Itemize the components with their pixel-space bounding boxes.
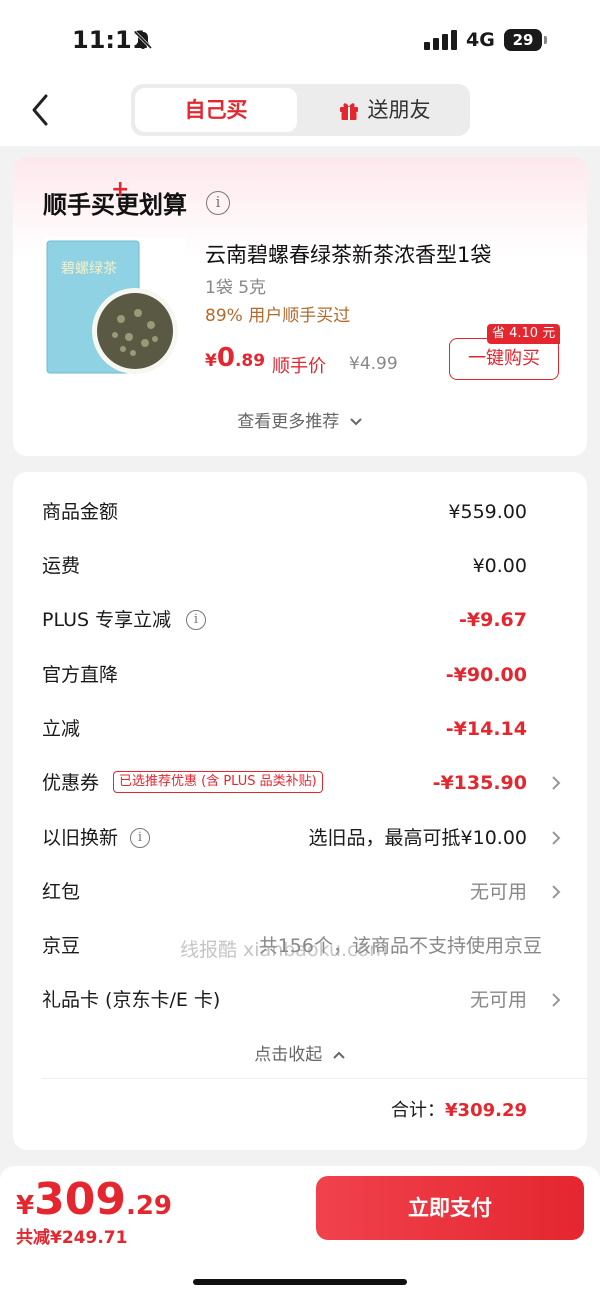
pay-price-dec: .29 (125, 1191, 173, 1221)
chevron-up-icon (332, 1051, 345, 1059)
chevron-right-icon (552, 993, 561, 1007)
home-indicator[interactable] (193, 1279, 407, 1285)
one-click-buy-button[interactable]: 一键购买 (449, 338, 559, 380)
save-amount-badge: 省 4.10 元 (487, 324, 561, 344)
row-value: -¥90.00 (445, 664, 527, 686)
price-breakdown-card: 商品金额 ¥559.00 运费 ¥0.00 PLUS 专享立减 i -¥9.67… (13, 472, 587, 1150)
row-value: -¥9.67 (459, 609, 527, 631)
view-more-label: 查看更多推荐 (237, 412, 340, 432)
row-label: 以旧换新 (42, 827, 119, 849)
row-instant-discount: 立减 -¥14.14 (42, 713, 562, 745)
collapse-label: 点击收起 (254, 1045, 323, 1065)
collapse-button[interactable]: 点击收起 (13, 1040, 587, 1065)
product-price-label: 顺手价 (272, 356, 326, 377)
battery-icon: 29 (504, 29, 542, 51)
row-red-packet[interactable]: 红包 无可用 (42, 876, 562, 908)
product-spec: 1袋 5克 (205, 278, 267, 298)
product-image[interactable]: 碧螺绿茶 (43, 237, 186, 380)
checkout-bar: ¥309.29 共减¥249.71 立即支付 (0, 1166, 600, 1299)
battery-cap (544, 36, 547, 44)
pay-price: ¥309.29 (16, 1174, 172, 1225)
product-name[interactable]: 云南碧螺春绿茶新茶浓香型1袋 (205, 239, 491, 269)
total-saved: 共减¥249.71 (16, 1228, 128, 1248)
row-label: 红包 (42, 881, 81, 903)
coupon-tag: 已选推荐优惠 (含 PLUS 品类补贴) (113, 771, 323, 793)
total-amount: 合计：¥309.29 (391, 1096, 527, 1122)
row-label: 京豆 (42, 935, 81, 957)
row-value: 无可用 (469, 989, 527, 1011)
pay-now-button[interactable]: 立即支付 (316, 1176, 584, 1240)
gift-icon (339, 103, 358, 120)
chevron-down-icon (349, 418, 362, 426)
info-icon[interactable]: i (206, 191, 230, 215)
row-label: 官方直降 (42, 664, 119, 686)
status-bar: 11:11 4G 29 (0, 0, 600, 80)
row-value: 选旧品，最高可抵¥10.00 (308, 827, 527, 849)
info-icon[interactable]: i (186, 610, 206, 630)
product-bought-rate: 89% 用户顺手买过 (205, 306, 351, 326)
product-price-dec: .89 (234, 351, 266, 371)
chevron-right-icon (552, 885, 561, 899)
divider (42, 1078, 587, 1079)
product-price: ¥0.89 (205, 343, 265, 373)
product-price-int: 0 (216, 343, 235, 373)
row-label: 礼品卡 (京东卡/E 卡) (42, 989, 221, 1011)
row-value: ¥0.00 (472, 555, 527, 577)
tab-buy-for-self[interactable]: 自己买 (135, 88, 297, 132)
add-on-recommendation-card: 顺手买更划算 + i 碧螺绿茶 云南碧螺春绿茶新茶浓香型1袋 1袋 5克 89%… (13, 157, 587, 456)
row-shipping: 运费 ¥0.00 (42, 550, 562, 582)
total-value: ¥309.29 (445, 1100, 527, 1121)
package-text: 碧螺绿茶 (61, 261, 117, 277)
chevron-right-icon (552, 831, 561, 845)
row-official-discount: 官方直降 -¥90.00 (42, 659, 562, 691)
back-arrow-icon[interactable] (22, 88, 62, 132)
network-type: 4G (466, 29, 495, 51)
row-coupon[interactable]: 优惠券 已选推荐优惠 (含 PLUS 品类补贴) -¥135.90 (42, 767, 562, 799)
watermark: 线报酷 xianbaoku.com (180, 939, 388, 961)
row-label: 运费 (42, 555, 81, 577)
chevron-right-icon (552, 776, 561, 790)
row-value: ¥559.00 (448, 501, 527, 523)
row-label: 优惠券 (42, 772, 100, 794)
view-more-recommendations[interactable]: 查看更多推荐 (13, 407, 587, 432)
bell-muted-icon (133, 30, 153, 50)
row-value: -¥135.90 (432, 772, 527, 794)
pay-price-currency: ¥ (16, 1191, 35, 1221)
pay-price-int: 309 (34, 1174, 126, 1225)
row-value: 无可用 (469, 881, 527, 903)
cellular-signal-icon (424, 30, 457, 50)
total-label: 合计： (391, 1100, 446, 1121)
row-plus-discount: PLUS 专享立减 i -¥9.67 (42, 604, 562, 636)
nav-bar: 自己买 送朋友 (0, 80, 600, 146)
row-label: 商品金额 (42, 501, 119, 523)
plus-sparkle-icon: + (111, 177, 130, 202)
product-price-currency: ¥ (205, 351, 217, 371)
row-gift-card[interactable]: 礼品卡 (京东卡/E 卡) 无可用 (42, 984, 562, 1016)
info-icon[interactable]: i (130, 828, 150, 848)
product-original-price: ¥4.99 (349, 354, 398, 374)
row-label: 立减 (42, 718, 81, 740)
row-label: PLUS 专享立减 (42, 609, 172, 631)
tab-send-to-friend[interactable]: 送朋友 (303, 88, 465, 132)
purchase-mode-switch: 自己买 送朋友 (131, 84, 470, 136)
row-trade-in[interactable]: 以旧换新 i 选旧品，最高可抵¥10.00 (42, 822, 562, 854)
tab-send-to-friend-label: 送朋友 (367, 98, 431, 122)
row-value: -¥14.14 (445, 718, 527, 740)
row-goods-amount: 商品金额 ¥559.00 (42, 496, 562, 528)
